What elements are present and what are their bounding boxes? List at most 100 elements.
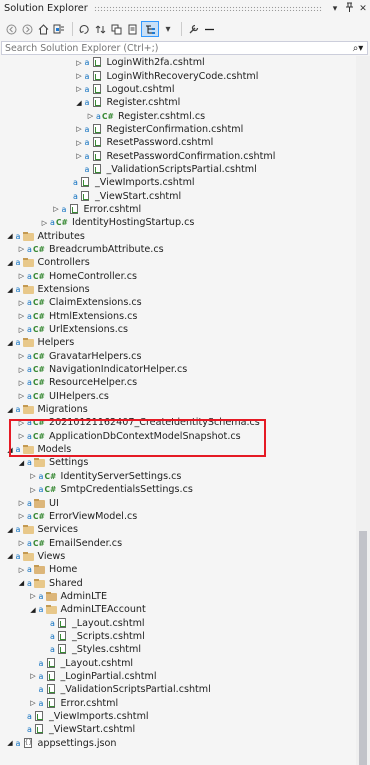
- tree-item[interactable]: ▷ a AdminLTE: [0, 590, 356, 603]
- collapsed-arrow-icon[interactable]: ▷: [17, 379, 26, 387]
- back-icon[interactable]: [4, 21, 18, 37]
- tree-item[interactable]: ▷ a LoginWith2fa.cshtml: [0, 56, 356, 69]
- expanded-arrow-icon[interactable]: ◢: [6, 259, 15, 267]
- collapsed-arrow-icon[interactable]: ▷: [17, 299, 26, 307]
- tree-item[interactable]: ▷ a C# HtmlExtensions.cs: [0, 310, 356, 323]
- scrollbar-thumb[interactable]: [359, 531, 367, 765]
- tree-item[interactable]: ▷ a C# GravatarHelpers.cs: [0, 350, 356, 363]
- tree-item[interactable]: ▷ a ResetPasswordConfirmation.cshtml: [0, 149, 356, 162]
- tree-item[interactable]: ▷ a C# 20210121162407_CreateIdentitySchema.…: [0, 416, 356, 429]
- expanded-arrow-icon[interactable]: ◢: [6, 286, 15, 294]
- forward-icon[interactable]: [20, 21, 34, 37]
- tree-item[interactable]: ▷ a C# UrlExtensions.cs: [0, 323, 356, 336]
- pending-changes-icon[interactable]: [77, 21, 91, 37]
- collapsed-arrow-icon[interactable]: ▷: [17, 566, 26, 574]
- tree-item[interactable]: ▷ a C# HomeController.cs: [0, 270, 356, 283]
- tree-item[interactable]: a _ValidationScriptsPartial.cshtml: [0, 163, 356, 176]
- tree-item[interactable]: ◢ a Models: [0, 443, 356, 456]
- expanded-arrow-icon[interactable]: ◢: [75, 99, 84, 107]
- switch-views-icon[interactable]: [52, 21, 66, 37]
- tree-item[interactable]: ◢ a Controllers: [0, 256, 356, 269]
- collapsed-arrow-icon[interactable]: ▷: [75, 139, 84, 147]
- tree-item[interactable]: ◢ a Attributes: [0, 229, 356, 242]
- tree-item[interactable]: a _ViewStart.cshtml: [0, 723, 356, 736]
- collapse-all-icon[interactable]: [109, 21, 123, 37]
- expanded-arrow-icon[interactable]: ◢: [17, 579, 26, 587]
- collapsed-arrow-icon[interactable]: ▷: [17, 366, 26, 374]
- tree-item[interactable]: ◢ a Views: [0, 550, 356, 563]
- tree-item[interactable]: a _Layout.cshtml: [0, 616, 356, 629]
- tree-item[interactable]: a _ViewImports.cshtml: [0, 176, 356, 189]
- tree-item[interactable]: ▷ a C# NavigationIndicatorHelper.cs: [0, 363, 356, 376]
- tree-item[interactable]: ▷ a RegisterConfirmation.cshtml: [0, 123, 356, 136]
- expanded-arrow-icon[interactable]: ◢: [6, 339, 15, 347]
- tree-item[interactable]: ◢ a Settings: [0, 456, 356, 469]
- collapsed-arrow-icon[interactable]: ▷: [75, 125, 84, 133]
- collapsed-arrow-icon[interactable]: ▷: [17, 312, 26, 320]
- collapsed-arrow-icon[interactable]: ▷: [75, 72, 84, 80]
- tree-item[interactable]: ▷ a C# ApplicationDbContextModelSnapshot.cs: [0, 430, 356, 443]
- close-icon[interactable]: ✕: [356, 4, 370, 14]
- collapsed-arrow-icon[interactable]: ▷: [86, 112, 95, 120]
- dropdown-icon[interactable]: ▾: [328, 4, 342, 14]
- solution-tree[interactable]: ▷ a LoginWith2fa.cshtml ▷ a LoginWithRecovery…: [0, 56, 356, 765]
- tree-item[interactable]: ▷ a C# ClaimExtensions.cs: [0, 296, 356, 309]
- expanded-arrow-icon[interactable]: ◢: [6, 552, 15, 560]
- minus-icon[interactable]: [202, 21, 216, 37]
- collapsed-arrow-icon[interactable]: ▷: [29, 699, 38, 707]
- collapsed-arrow-icon[interactable]: ▷: [29, 672, 38, 680]
- tree-item[interactable]: ▷ a C# IdentityServerSettings.cs: [0, 470, 356, 483]
- tree-item[interactable]: ▷ a _LoginPartial.cshtml: [0, 670, 356, 683]
- expanded-arrow-icon[interactable]: ◢: [6, 526, 15, 534]
- collapsed-arrow-icon[interactable]: ▷: [52, 205, 61, 213]
- vertical-scrollbar[interactable]: [356, 56, 370, 765]
- tree-item[interactable]: ◢ a AdminLTEAccount: [0, 603, 356, 616]
- expanded-arrow-icon[interactable]: ◢: [6, 739, 15, 747]
- dropdown-icon[interactable]: ▾: [161, 21, 175, 37]
- tree-item[interactable]: ◢ a Extensions: [0, 283, 356, 296]
- tree-item[interactable]: ▷ a ResetPassword.cshtml: [0, 136, 356, 149]
- collapsed-arrow-icon[interactable]: ▷: [17, 512, 26, 520]
- sync-icon[interactable]: [93, 21, 107, 37]
- tree-item[interactable]: ◢ a Helpers: [0, 336, 356, 349]
- tree-item[interactable]: ▷ a UI: [0, 496, 356, 509]
- tree-item[interactable]: ◢ a Services: [0, 523, 356, 536]
- collapsed-arrow-icon[interactable]: ▷: [17, 432, 26, 440]
- collapsed-arrow-icon[interactable]: ▷: [17, 352, 26, 360]
- collapsed-arrow-icon[interactable]: ▷: [17, 419, 26, 427]
- tree-item[interactable]: ▷ a Home: [0, 563, 356, 576]
- tree-item[interactable]: ▷ a C# ResourceHelper.cs: [0, 376, 356, 389]
- collapsed-arrow-icon[interactable]: ▷: [17, 499, 26, 507]
- tree-item[interactable]: ▷ a C# SmtpCredentialsSettings.cs: [0, 483, 356, 496]
- tree-item[interactable]: ◢ a Shared: [0, 576, 356, 589]
- tree-item[interactable]: ◢ a Migrations: [0, 403, 356, 416]
- collapsed-arrow-icon[interactable]: ▷: [29, 592, 38, 600]
- tree-item[interactable]: a _Scripts.cshtml: [0, 630, 356, 643]
- tree-item[interactable]: ▷ a C# IdentityHostingStartup.cs: [0, 216, 356, 229]
- tree-item[interactable]: a _Styles.cshtml: [0, 643, 356, 656]
- tree-item[interactable]: ◢ a Register.cshtml: [0, 96, 356, 109]
- expanded-arrow-icon[interactable]: ◢: [6, 446, 15, 454]
- collapsed-arrow-icon[interactable]: ▷: [75, 59, 84, 67]
- expanded-arrow-icon[interactable]: ◢: [6, 232, 15, 240]
- properties-icon[interactable]: [186, 21, 200, 37]
- preview-selected-icon[interactable]: [141, 21, 159, 37]
- home-icon[interactable]: [36, 21, 50, 37]
- tree-item[interactable]: ▷ a C# BreadcrumbAttribute.cs: [0, 243, 356, 256]
- tree-item[interactable]: a _ViewImports.cshtml: [0, 710, 356, 723]
- tree-item[interactable]: ▷ a LoginWithRecoveryCode.cshtml: [0, 69, 356, 82]
- search-box[interactable]: ⌕▾: [1, 41, 368, 55]
- tree-item[interactable]: ▷ a C# UIHelpers.cs: [0, 390, 356, 403]
- collapsed-arrow-icon[interactable]: ▷: [40, 219, 49, 227]
- collapsed-arrow-icon[interactable]: ▷: [17, 245, 26, 253]
- expanded-arrow-icon[interactable]: ◢: [6, 406, 15, 414]
- tree-item[interactable]: ▷ a C# Register.cshtml.cs: [0, 109, 356, 122]
- drag-grip[interactable]: [93, 6, 322, 11]
- expanded-arrow-icon[interactable]: ◢: [29, 606, 38, 614]
- tree-item[interactable]: a _ViewStart.cshtml: [0, 189, 356, 202]
- tree-item[interactable]: ▷ a Logout.cshtml: [0, 83, 356, 96]
- tree-item[interactable]: ▷ a C# ErrorViewModel.cs: [0, 510, 356, 523]
- tree-item[interactable]: ▷ a Error.cshtml: [0, 697, 356, 710]
- tree-item[interactable]: ◢a appsettings.json: [0, 737, 356, 750]
- collapsed-arrow-icon[interactable]: ▷: [17, 539, 26, 547]
